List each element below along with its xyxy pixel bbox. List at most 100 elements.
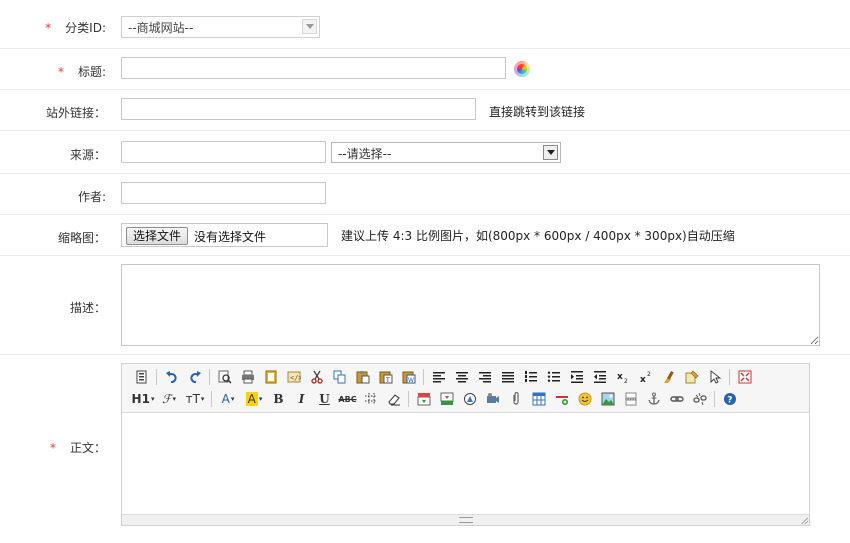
justify-icon[interactable] <box>496 367 519 387</box>
font-size-dropdown[interactable]: тT ▾ <box>182 389 208 409</box>
author-row: 作者: <box>0 174 850 215</box>
ordered-list-icon[interactable] <box>519 367 542 387</box>
source-row: 来源： --请选择-- <box>0 131 850 174</box>
paste-plain-icon[interactable]: T <box>374 367 397 387</box>
toolbar-separator <box>729 369 730 385</box>
toolbar-row-1: </> T W x2 x2 <box>130 367 756 387</box>
align-center-icon[interactable] <box>450 367 473 387</box>
required-mark: * <box>45 21 52 35</box>
clear-format-icon[interactable] <box>657 367 680 387</box>
source-select[interactable]: --请选择-- <box>331 142 561 163</box>
title-input[interactable] <box>121 57 506 79</box>
thumbnail-label: 缩略图： <box>57 231 106 245</box>
category-row: * 分类ID: --商城网站-- <box>0 0 850 49</box>
choose-file-button[interactable]: 选择文件 <box>126 227 189 245</box>
link-icon[interactable] <box>665 389 688 409</box>
italic-button[interactable]: I <box>290 389 313 409</box>
fullscreen-icon[interactable] <box>733 367 756 387</box>
svg-text:W: W <box>408 377 414 384</box>
align-left-icon[interactable] <box>427 367 450 387</box>
template-icon[interactable] <box>259 367 282 387</box>
external-link-hint: 直接跳转到该链接 <box>489 105 586 119</box>
svg-text:T: T <box>385 377 390 384</box>
pointer-icon[interactable] <box>703 367 726 387</box>
underline-button[interactable]: U <box>313 389 336 409</box>
unordered-list-icon[interactable] <box>542 367 565 387</box>
unlink-icon[interactable] <box>688 389 711 409</box>
category-select[interactable]: --商城网站-- <box>121 16 320 38</box>
editor-resize-bar[interactable] <box>122 514 809 525</box>
redo-icon[interactable] <box>183 367 206 387</box>
editor-content-area[interactable] <box>122 413 809 515</box>
svg-text:x: x <box>617 372 623 382</box>
required-mark: * <box>57 65 64 79</box>
strikethrough-button[interactable]: ABC <box>336 389 359 409</box>
insert-video-icon[interactable] <box>481 389 504 409</box>
source-selected-value: --请选择-- <box>338 147 392 161</box>
file-status-text: 没有选择文件 <box>194 230 267 244</box>
page-break-icon[interactable] <box>619 389 642 409</box>
description-label: 描述： <box>69 301 106 315</box>
cut-icon[interactable] <box>305 367 328 387</box>
external-link-input[interactable] <box>121 98 476 120</box>
undo-icon[interactable] <box>160 367 183 387</box>
external-link-row: 站外链接： 直接跳转到该链接 <box>0 90 850 131</box>
external-link-label: 站外链接： <box>45 106 106 120</box>
horizontal-rule-icon[interactable] <box>550 389 573 409</box>
superscript-icon[interactable]: x2 <box>634 367 657 387</box>
heading-dropdown[interactable]: H1 ▾ <box>130 389 156 409</box>
print-icon[interactable] <box>236 367 259 387</box>
insert-image-icon[interactable] <box>458 389 481 409</box>
rich-text-editor: </> T W x2 x2 H1 ▾ ℱ ▾ тT ▾ A ▾ A ▾ B I … <box>121 363 810 526</box>
description-textarea[interactable] <box>121 264 820 346</box>
font-family-dropdown[interactable]: ℱ ▾ <box>156 389 182 409</box>
highlight-color-button[interactable]: A ▾ <box>241 389 267 409</box>
insert-picture-icon[interactable] <box>596 389 619 409</box>
insert-table-icon[interactable] <box>527 389 550 409</box>
author-input[interactable] <box>121 182 326 204</box>
toolbar-separator <box>209 369 210 385</box>
chevron-down-icon: ▾ <box>258 395 263 403</box>
insert-row-after-icon[interactable] <box>435 389 458 409</box>
toolbar-separator <box>714 391 715 407</box>
font-color-button[interactable]: A ▾ <box>215 389 241 409</box>
help-icon[interactable]: ? <box>718 389 741 409</box>
title-label: * 标题: <box>57 65 106 79</box>
anchor-icon[interactable] <box>642 389 665 409</box>
align-right-icon[interactable] <box>473 367 496 387</box>
subscript-icon[interactable]: x2 <box>611 367 634 387</box>
content-label: * 正文： <box>49 441 106 455</box>
content-row: * 正文： </> T W x 2 x 2 H1 ▾ ℱ ▾ тT ▾ A ▾ … <box>0 355 850 542</box>
eraser-icon[interactable] <box>382 389 405 409</box>
chevron-down-icon: ▾ <box>172 395 176 403</box>
select-all-icon[interactable] <box>680 367 703 387</box>
indent-icon[interactable] <box>565 367 588 387</box>
color-picker-icon[interactable] <box>514 61 530 77</box>
editor-toolbar: </> T W x2 x2 H1 ▾ ℱ ▾ тT ▾ A ▾ A ▾ B I … <box>122 364 809 413</box>
chevron-down-icon <box>302 19 317 34</box>
toolbar-row-2: H1 ▾ ℱ ▾ тT ▾ A ▾ A ▾ B I U ABC ? <box>130 389 741 409</box>
thumbnail-file-input[interactable]: 选择文件 没有选择文件 <box>121 223 328 247</box>
copy-icon[interactable] <box>328 367 351 387</box>
paste-word-icon[interactable]: W <box>397 367 420 387</box>
table-border-icon[interactable] <box>359 389 382 409</box>
thumbnail-row: 缩略图： 选择文件 没有选择文件 建议上传 4:3 比例图片，如(800px *… <box>0 215 850 256</box>
chevron-down-icon <box>543 145 558 160</box>
insert-row-before-icon[interactable] <box>412 389 435 409</box>
preview-icon[interactable] <box>213 367 236 387</box>
attachment-icon[interactable] <box>504 389 527 409</box>
emoticon-icon[interactable] <box>573 389 596 409</box>
toolbar-separator <box>408 391 409 407</box>
source-icon[interactable] <box>130 367 153 387</box>
required-mark: * <box>49 441 56 455</box>
bold-button[interactable]: B <box>267 389 290 409</box>
source-input[interactable] <box>121 141 326 163</box>
svg-text:?: ? <box>727 396 732 406</box>
code-icon[interactable]: </> <box>282 367 305 387</box>
chevron-down-icon: ▾ <box>230 395 235 403</box>
resize-corner-icon[interactable] <box>801 517 808 524</box>
author-label: 作者: <box>77 190 106 204</box>
outdent-icon[interactable] <box>588 367 611 387</box>
paste-icon[interactable] <box>351 367 374 387</box>
svg-text:</>: </> <box>290 374 301 382</box>
